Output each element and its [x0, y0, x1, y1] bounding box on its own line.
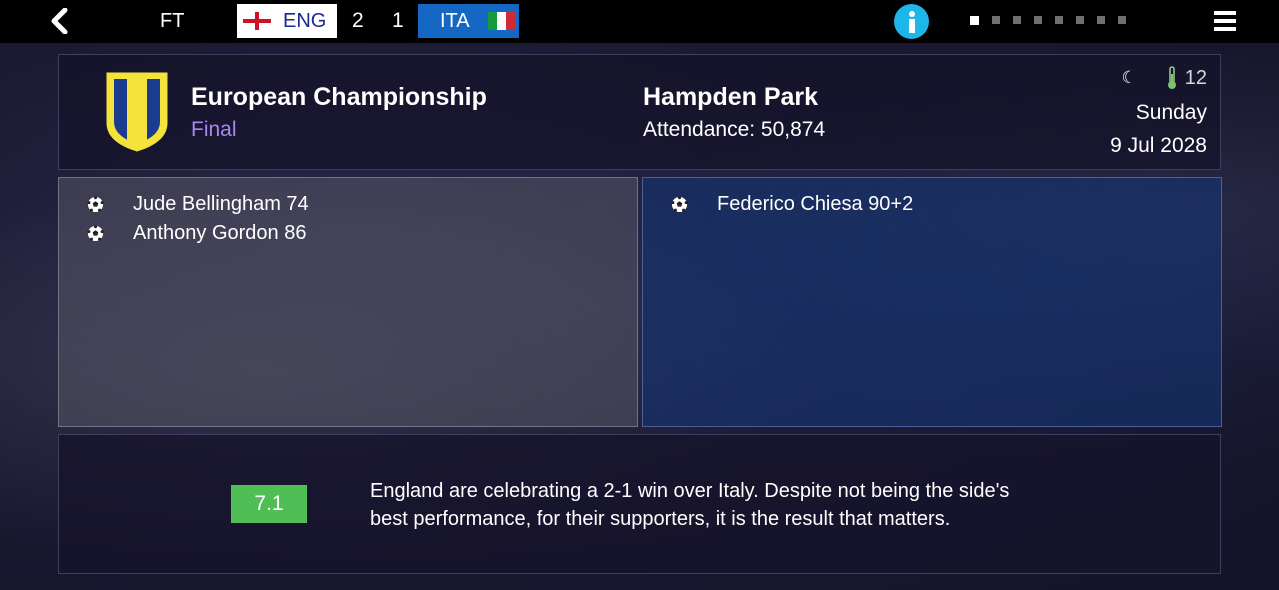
match-rating-badge: 7.1 [231, 485, 307, 523]
back-button[interactable] [44, 6, 74, 36]
hamburger-menu-icon [1214, 11, 1236, 15]
page-indicator [970, 16, 1126, 25]
attendance: Attendance: 50,874 [643, 118, 826, 141]
match-status: FT [160, 10, 185, 32]
page-dot[interactable] [1097, 16, 1105, 24]
info-button[interactable] [894, 4, 929, 39]
temperature: 12 [1184, 66, 1207, 89]
away-team-badge[interactable]: ITA [418, 4, 519, 38]
scorer-name: Federico Chiesa 90+2 [717, 193, 914, 215]
page-dot[interactable] [1055, 16, 1063, 24]
home-scorers-panel: Jude Bellingham 74 Anthony Gordon 86 [58, 177, 638, 427]
scorer-row: Anthony Gordon 86 [87, 219, 309, 248]
match-header-panel: European Championship Final Hampden Park… [58, 54, 1221, 170]
top-bar: FT ENG 2 1 ITA [0, 0, 1279, 43]
competition-stage: Final [191, 118, 237, 141]
away-scorers-panel: Federico Chiesa 90+2 [642, 177, 1222, 427]
away-team-abbr: ITA [440, 9, 470, 32]
thermometer-icon [1167, 66, 1176, 89]
scorer-name: Anthony Gordon 86 [133, 222, 307, 244]
england-flag-icon [243, 12, 271, 30]
home-score: 2 [352, 9, 364, 32]
page-dot[interactable] [1013, 16, 1021, 24]
competition-name: European Championship [191, 83, 487, 111]
page-dot[interactable] [1076, 16, 1084, 24]
hamburger-line [1214, 27, 1236, 31]
scorer-row: Jude Bellingham 74 [87, 190, 309, 219]
home-team-abbr: ENG [283, 9, 327, 32]
italy-flag-icon [487, 12, 516, 30]
football-icon [671, 196, 688, 213]
menu-button[interactable] [1214, 11, 1236, 31]
home-team-badge[interactable]: ENG [237, 4, 337, 38]
venue-name: Hampden Park [643, 83, 819, 111]
info-icon [908, 10, 915, 33]
match-day: Sunday [1135, 101, 1207, 124]
weather-info: ☾ 12 [1121, 66, 1207, 90]
chevron-left-icon [51, 8, 68, 34]
page-dot[interactable] [1034, 16, 1042, 24]
away-scorer-list: Federico Chiesa 90+2 [671, 190, 913, 219]
page-dot[interactable] [992, 16, 1000, 24]
scorer-row: Federico Chiesa 90+2 [671, 190, 913, 219]
match-report-text: England are celebrating a 2-1 win over I… [370, 480, 1010, 530]
page-dot[interactable] [970, 16, 979, 25]
match-report-panel: 7.1 England are celebrating a 2-1 win ov… [58, 434, 1221, 574]
match-date: 9 Jul 2028 [1110, 134, 1207, 157]
home-scorer-list: Jude Bellingham 74 Anthony Gordon 86 [87, 190, 309, 248]
football-icon [87, 225, 104, 242]
away-score: 1 [392, 9, 404, 32]
scorer-name: Jude Bellingham 74 [133, 193, 309, 215]
competition-crest-icon [106, 72, 168, 152]
page-dot[interactable] [1118, 16, 1126, 24]
football-icon [87, 196, 104, 213]
hamburger-line [1214, 19, 1236, 23]
moon-icon: ☾ [1121, 68, 1137, 87]
